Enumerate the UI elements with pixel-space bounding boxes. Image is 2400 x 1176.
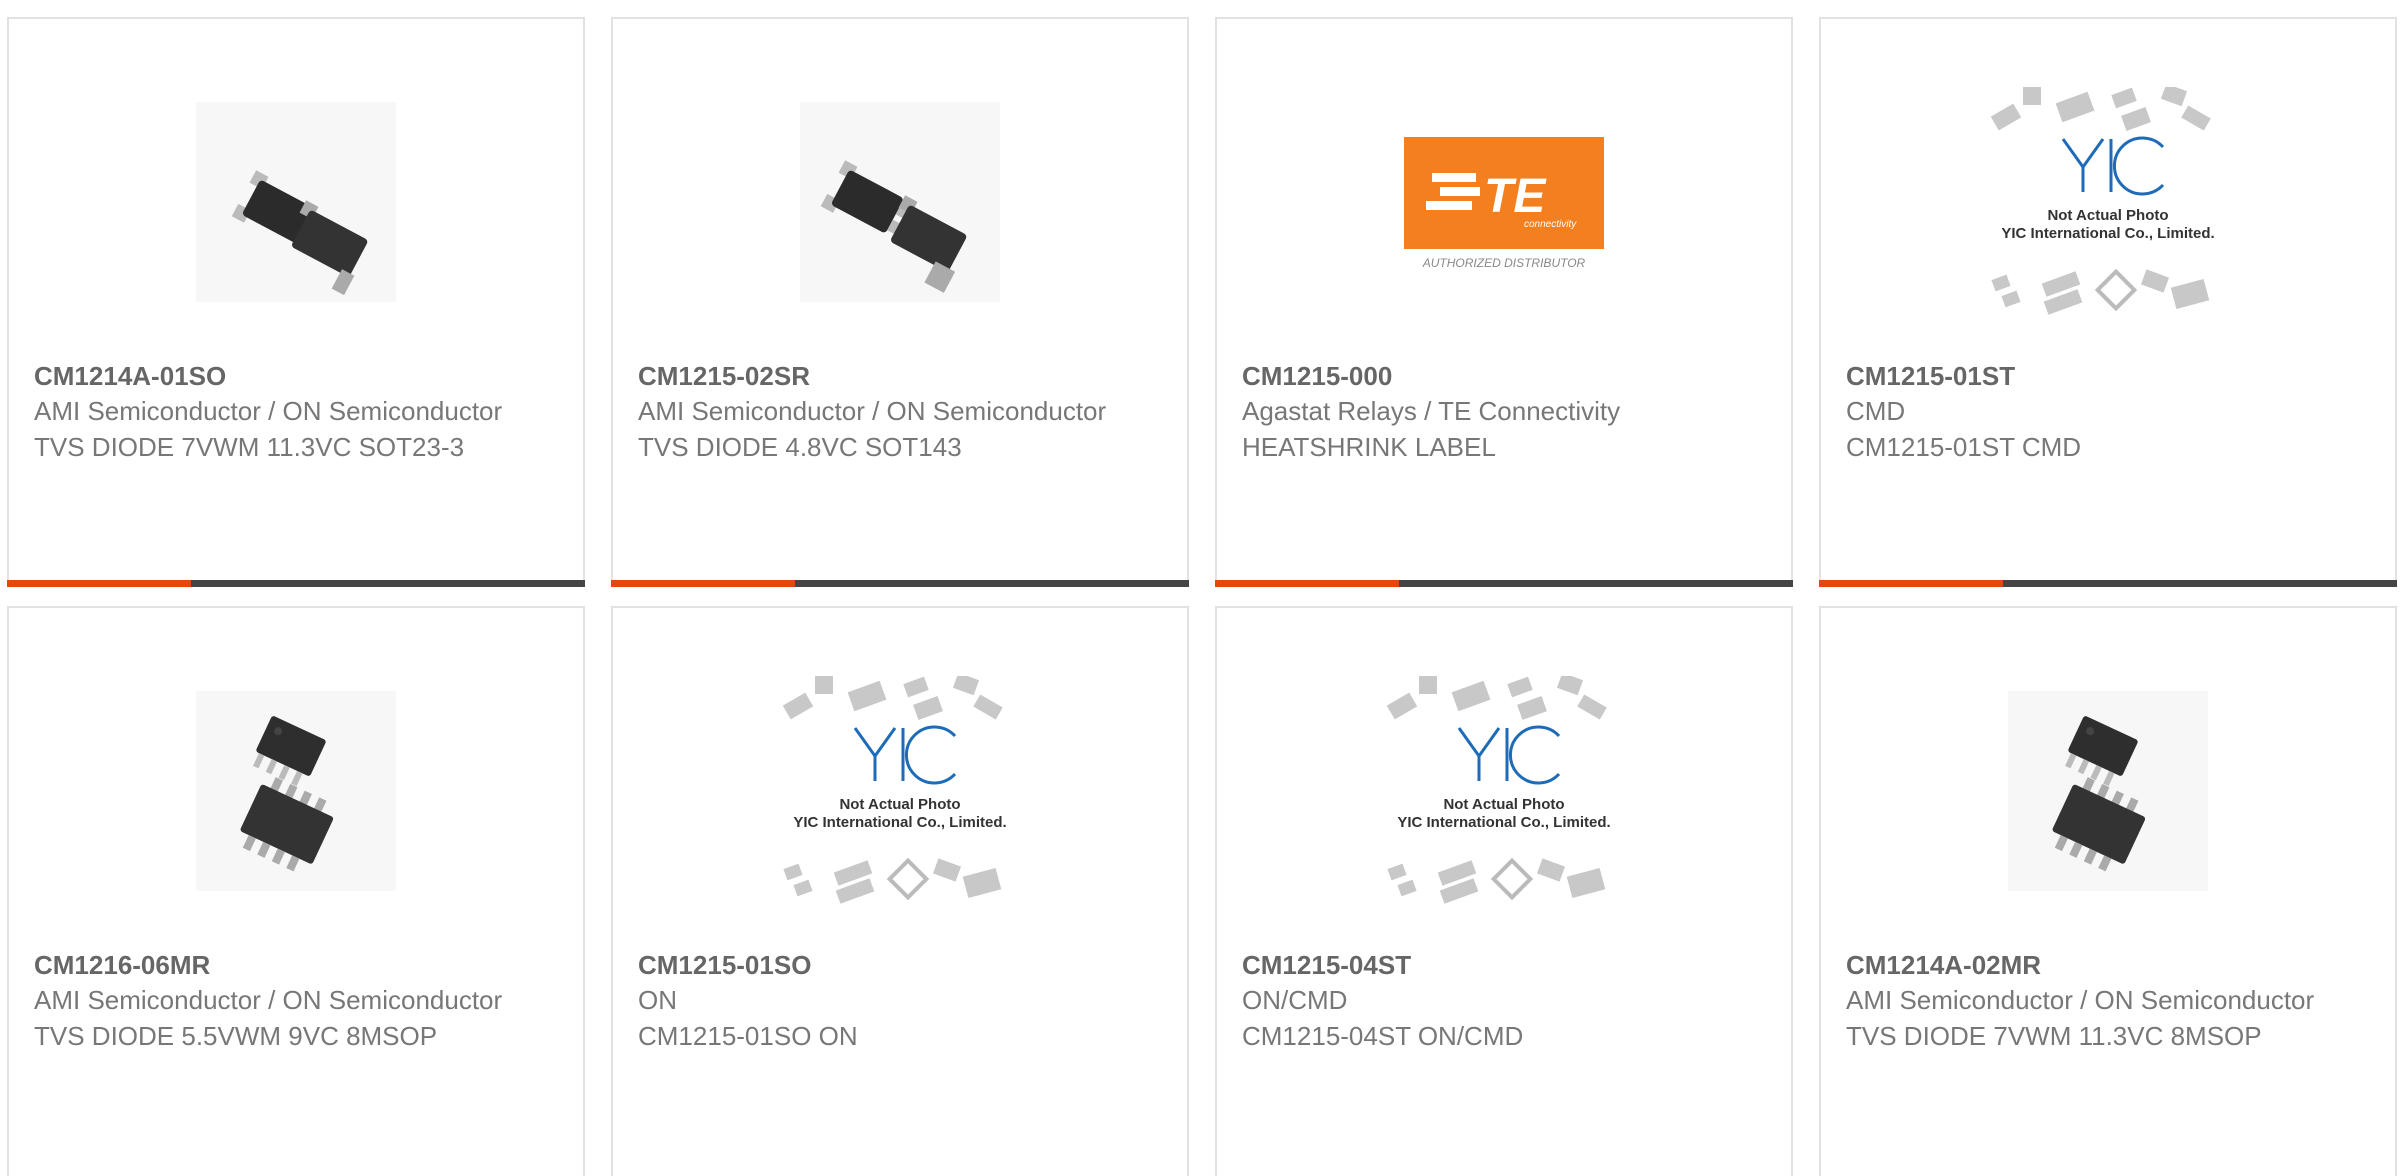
description: TVS DIODE 7VWM 11.3VC SOT23-3 bbox=[34, 432, 465, 462]
product-card[interactable]: CM1215-02SR AMI Semiconductor / ON Semic… bbox=[611, 17, 1189, 587]
sot23-package-icon[interactable] bbox=[161, 87, 431, 317]
manufacturer: AMI Semiconductor / ON Semiconductor bbox=[34, 985, 503, 1015]
svg-text:connectivity: connectivity bbox=[1524, 219, 1577, 230]
card-progress-bar bbox=[7, 580, 585, 587]
manufacturer: CMD bbox=[1846, 396, 1906, 426]
svg-text:Not Actual Photo: Not Actual Photo bbox=[839, 796, 960, 813]
part-number[interactable]: CM1215-01ST bbox=[1846, 359, 2375, 393]
svg-text:YIC International Co., Limited: YIC International Co., Limited. bbox=[2001, 225, 2214, 242]
part-number[interactable]: CM1215-02SR bbox=[638, 359, 1167, 393]
part-number[interactable]: CM1216-06MR bbox=[34, 948, 563, 982]
product-card[interactable]: CM1214A-01SO AMI Semiconductor / ON Semi… bbox=[7, 17, 585, 587]
manufacturer: ON/CMD bbox=[1242, 985, 1348, 1015]
svg-text:Not Actual Photo: Not Actual Photo bbox=[1443, 796, 1564, 813]
not-actual-photo-placeholder[interactable]: Not Actual Photo YIC International Co., … bbox=[1369, 676, 1639, 906]
product-card[interactable]: CM1216-06MR AMI Semiconductor / ON Semic… bbox=[7, 606, 585, 1176]
card-progress-bar bbox=[611, 580, 1189, 587]
not-actual-photo-placeholder[interactable]: Not Actual Photo YIC International Co., … bbox=[1973, 87, 2243, 317]
description: CM1215-01SO ON bbox=[638, 1021, 858, 1051]
description: CM1215-01ST CMD bbox=[1846, 432, 2082, 462]
part-number[interactable]: CM1214A-01SO bbox=[34, 359, 563, 393]
part-number[interactable]: CM1215-000 bbox=[1242, 359, 1771, 393]
sot143-package-icon[interactable] bbox=[765, 87, 1035, 317]
manufacturer: AMI Semiconductor / ON Semiconductor bbox=[1846, 985, 2315, 1015]
svg-text:Not Actual Photo: Not Actual Photo bbox=[2047, 207, 2168, 224]
part-number[interactable]: CM1215-04ST bbox=[1242, 948, 1771, 982]
product-card[interactable]: Not Actual Photo YIC International Co., … bbox=[1215, 606, 1793, 1176]
description: TVS DIODE 4.8VC SOT143 bbox=[638, 432, 962, 462]
manufacturer: AMI Semiconductor / ON Semiconductor bbox=[638, 396, 1107, 426]
te-connectivity-logo[interactable]: TE connectivity AUTHORIZED DISTRIBUTOR bbox=[1369, 87, 1639, 317]
svg-text:TE: TE bbox=[1484, 170, 1547, 223]
manufacturer: Agastat Relays / TE Connectivity bbox=[1242, 396, 1621, 426]
product-card[interactable]: Not Actual Photo YIC International Co., … bbox=[1819, 17, 2397, 587]
manufacturer: AMI Semiconductor / ON Semiconductor bbox=[34, 396, 503, 426]
svg-text:YIC International Co., Limited: YIC International Co., Limited. bbox=[1397, 814, 1610, 831]
product-card[interactable]: TE connectivity AUTHORIZED DISTRIBUTOR C… bbox=[1215, 17, 1793, 587]
msop8-package-icon[interactable] bbox=[161, 676, 431, 906]
product-card[interactable]: CM1214A-02MR AMI Semiconductor / ON Semi… bbox=[1819, 606, 2397, 1176]
card-progress-bar bbox=[1819, 580, 2397, 587]
part-number[interactable]: CM1214A-02MR bbox=[1846, 948, 2375, 982]
part-number[interactable]: CM1215-01SO bbox=[638, 948, 1167, 982]
description: CM1215-04ST ON/CMD bbox=[1242, 1021, 1524, 1051]
product-card[interactable]: Not Actual Photo YIC International Co., … bbox=[611, 606, 1189, 1176]
msop8-package-icon[interactable] bbox=[1973, 676, 2243, 906]
svg-text:AUTHORIZED DISTRIBUTOR: AUTHORIZED DISTRIBUTOR bbox=[1422, 256, 1586, 270]
card-progress-bar bbox=[1215, 580, 1793, 587]
description: TVS DIODE 7VWM 11.3VC 8MSOP bbox=[1846, 1021, 2262, 1051]
description: HEATSHRINK LABEL bbox=[1242, 432, 1496, 462]
manufacturer: ON bbox=[638, 985, 677, 1015]
description: TVS DIODE 5.5VWM 9VC 8MSOP bbox=[34, 1021, 438, 1051]
svg-text:YIC International Co., Limited: YIC International Co., Limited. bbox=[793, 814, 1006, 831]
not-actual-photo-placeholder[interactable]: Not Actual Photo YIC International Co., … bbox=[765, 676, 1035, 906]
